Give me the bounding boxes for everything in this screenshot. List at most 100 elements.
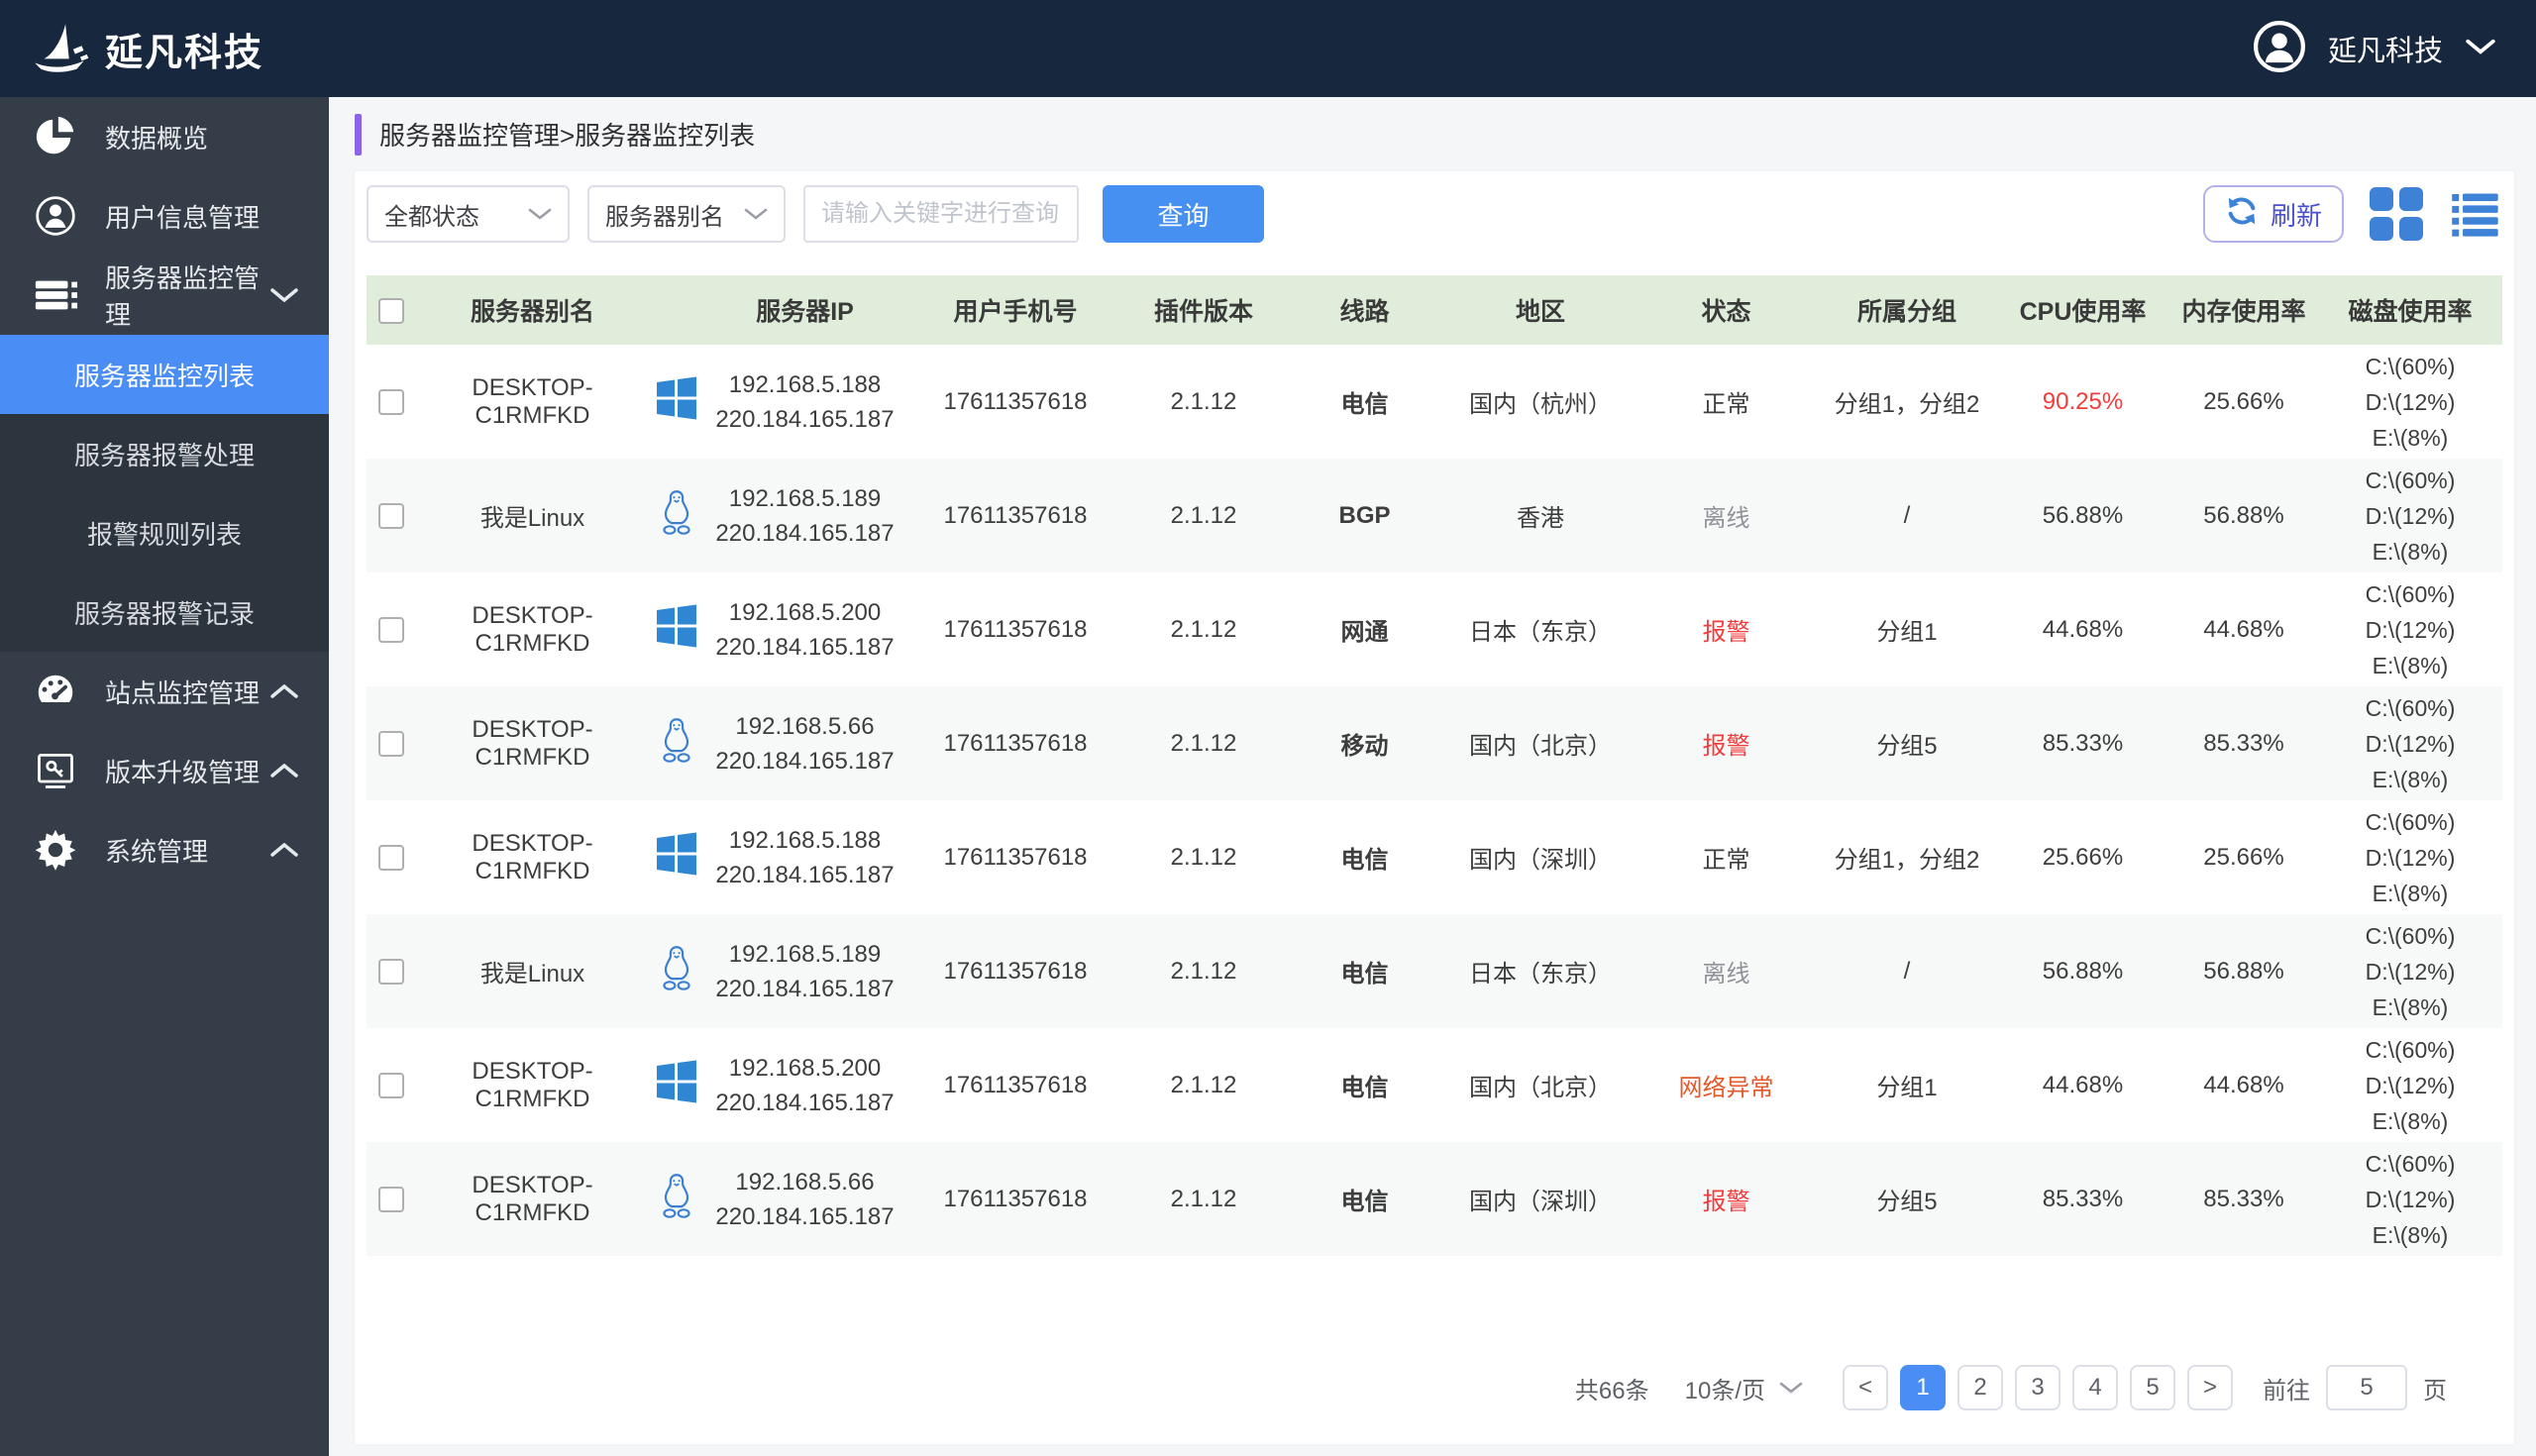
sidebar-item-version-upgrade[interactable]: 版本升级管理 xyxy=(0,731,329,810)
select-all-checkbox[interactable] xyxy=(378,298,404,324)
line-type: 电信 xyxy=(1283,800,1446,914)
status-badge: 报警 xyxy=(1635,1142,1818,1256)
disk-usage: C:\(60%)D:\(12%)E:\(8%) xyxy=(2318,1028,2502,1142)
user-phone: 17611357618 xyxy=(906,914,1124,1028)
col-ip: 服务器IP xyxy=(703,275,906,345)
cpu-usage: 85.33% xyxy=(1996,686,2169,800)
user-menu[interactable]: 延凡科技 xyxy=(2253,20,2496,78)
gauge-icon xyxy=(32,669,79,714)
avatar-icon xyxy=(2253,20,2306,78)
page-button-3[interactable]: 3 xyxy=(2015,1365,2060,1410)
next-page-button[interactable]: > xyxy=(2187,1365,2233,1410)
memory-usage: 44.68% xyxy=(2169,1028,2318,1142)
status-badge: 正常 xyxy=(1635,345,1818,459)
server-alias: DESKTOP-C1RMFKD xyxy=(416,686,649,800)
query-button[interactable]: 查询 xyxy=(1103,185,1264,243)
region: 日本（东京） xyxy=(1446,572,1635,686)
plugin-version: 2.1.12 xyxy=(1124,1028,1283,1142)
table-row: DESKTOP-C1RMFKD xyxy=(367,686,2502,800)
chevron-up-icon xyxy=(269,676,299,707)
row-checkbox[interactable] xyxy=(378,503,404,529)
col-version: 插件版本 xyxy=(1124,275,1283,345)
sidebar-item-label: 系统管理 xyxy=(105,832,208,869)
memory-usage: 85.33% xyxy=(2169,686,2318,800)
list-view-icon[interactable] xyxy=(2449,187,2502,241)
grid-view-icon[interactable] xyxy=(2370,187,2423,241)
sidebar-item-server-alarm-handle[interactable]: 服务器报警处理 xyxy=(0,414,329,493)
row-checkbox[interactable] xyxy=(378,731,404,757)
cpu-usage: 56.88% xyxy=(1996,459,2169,572)
server-monitor-submenu: 服务器监控列表 服务器报警处理 报警规则列表 服务器报警记录 xyxy=(0,335,329,652)
status-badge: 离线 xyxy=(1635,459,1818,572)
col-cpu: CPU使用率 xyxy=(1996,275,2169,345)
table-row: DESKTOP-C1RMFKD xyxy=(367,800,2502,914)
line-type: 移动 xyxy=(1283,686,1446,800)
sidebar-item-alarm-rule-list[interactable]: 报警规则列表 xyxy=(0,493,329,572)
line-type: BGP xyxy=(1283,459,1446,572)
sidebar-item-label: 版本升级管理 xyxy=(105,753,260,789)
server-alias: DESKTOP-C1RMFKD xyxy=(416,800,649,914)
table-row: DESKTOP-C1RMFKD xyxy=(367,1028,2502,1142)
sidebar-item-server-monitor[interactable]: 服务器监控管理 xyxy=(0,256,329,335)
sidebar-item-system-manage[interactable]: 系统管理 xyxy=(0,810,329,889)
sailboat-logo-icon xyxy=(30,18,95,80)
col-status: 状态 xyxy=(1635,275,1818,345)
content-card: 全都状态 服务器别名 xyxy=(355,171,2514,1444)
col-alias: 服务器别名 xyxy=(416,275,649,345)
server-group: 分组1，分组2 xyxy=(1818,345,1996,459)
row-checkbox[interactable] xyxy=(378,959,404,985)
pager: < 12345 > xyxy=(1843,1365,2233,1410)
server-ip: 192.168.5.66 220.184.165.187 xyxy=(703,686,906,800)
server-group: / xyxy=(1818,914,1996,1028)
region: 香港 xyxy=(1446,459,1635,572)
server-ip: 192.168.5.66 220.184.165.187 xyxy=(703,1142,906,1256)
chevron-down-icon xyxy=(269,280,299,311)
page-size-select[interactable]: 10条/页 xyxy=(1685,1371,1803,1405)
row-checkbox[interactable] xyxy=(378,1187,404,1212)
row-checkbox[interactable] xyxy=(378,617,404,643)
server-alias: DESKTOP-C1RMFKD xyxy=(416,1142,649,1256)
page-button-4[interactable]: 4 xyxy=(2072,1365,2118,1410)
user-phone: 17611357618 xyxy=(906,1028,1124,1142)
breadcrumb-row: 服务器监控管理>服务器监控列表 xyxy=(355,97,2514,171)
sidebar-item-user-info[interactable]: 用户信息管理 xyxy=(0,176,329,256)
search-input[interactable] xyxy=(803,185,1079,243)
linux-icon xyxy=(658,1172,695,1219)
page-button-2[interactable]: 2 xyxy=(1957,1365,2003,1410)
main-content: 服务器监控管理>服务器监控列表 全都状态 服务器别名 xyxy=(329,97,2536,1456)
cpu-usage: 25.66% xyxy=(1996,800,2169,914)
line-type: 电信 xyxy=(1283,914,1446,1028)
chevron-down-icon xyxy=(1779,1374,1803,1402)
sidebar-item-server-monitor-list[interactable]: 服务器监控列表 xyxy=(0,335,329,414)
server-group: 分组1，分组2 xyxy=(1818,800,1996,914)
field-select[interactable]: 服务器别名 xyxy=(587,185,786,243)
disk-usage: C:\(60%)D:\(12%)E:\(8%) xyxy=(2318,572,2502,686)
refresh-button[interactable]: 刷新 xyxy=(2203,185,2344,243)
row-checkbox[interactable] xyxy=(378,1073,404,1098)
filter-row: 全都状态 服务器别名 xyxy=(367,185,2502,243)
page-button-1[interactable]: 1 xyxy=(1900,1365,1946,1410)
page-button-5[interactable]: 5 xyxy=(2130,1365,2175,1410)
line-type: 网通 xyxy=(1283,572,1446,686)
sidebar-item-data-overview[interactable]: 数据概览 xyxy=(0,97,329,176)
status-select[interactable]: 全都状态 xyxy=(367,185,570,243)
goto-page-input[interactable] xyxy=(2326,1365,2407,1410)
prev-page-button[interactable]: < xyxy=(1843,1365,1888,1410)
region: 国内（深圳） xyxy=(1446,1142,1635,1256)
plugin-version: 2.1.12 xyxy=(1124,800,1283,914)
pagination: 共66条 10条/页 < 12345 > xyxy=(367,1365,2502,1410)
sidebar-item-site-monitor[interactable]: 站点监控管理 xyxy=(0,652,329,731)
server-group: 分组1 xyxy=(1818,1028,1996,1142)
chevron-down-icon xyxy=(744,200,768,228)
sidebar-item-label: 数据概览 xyxy=(105,119,208,156)
server-group: / xyxy=(1818,459,1996,572)
server-group: 分组5 xyxy=(1818,686,1996,800)
row-checkbox[interactable] xyxy=(378,389,404,415)
brand-name: 延凡科技 xyxy=(105,22,264,76)
chevron-up-icon xyxy=(269,756,299,786)
sidebar-item-server-alarm-record[interactable]: 服务器报警记录 xyxy=(0,572,329,652)
page-numbers: 12345 xyxy=(1900,1365,2175,1410)
server-table: 服务器别名 服务器IP 用户手机号 插件版本 线路 地区 状态 所属分组 CPU… xyxy=(367,275,2502,1256)
row-checkbox[interactable] xyxy=(378,845,404,871)
disk-usage: C:\(60%)D:\(12%)E:\(8%) xyxy=(2318,914,2502,1028)
